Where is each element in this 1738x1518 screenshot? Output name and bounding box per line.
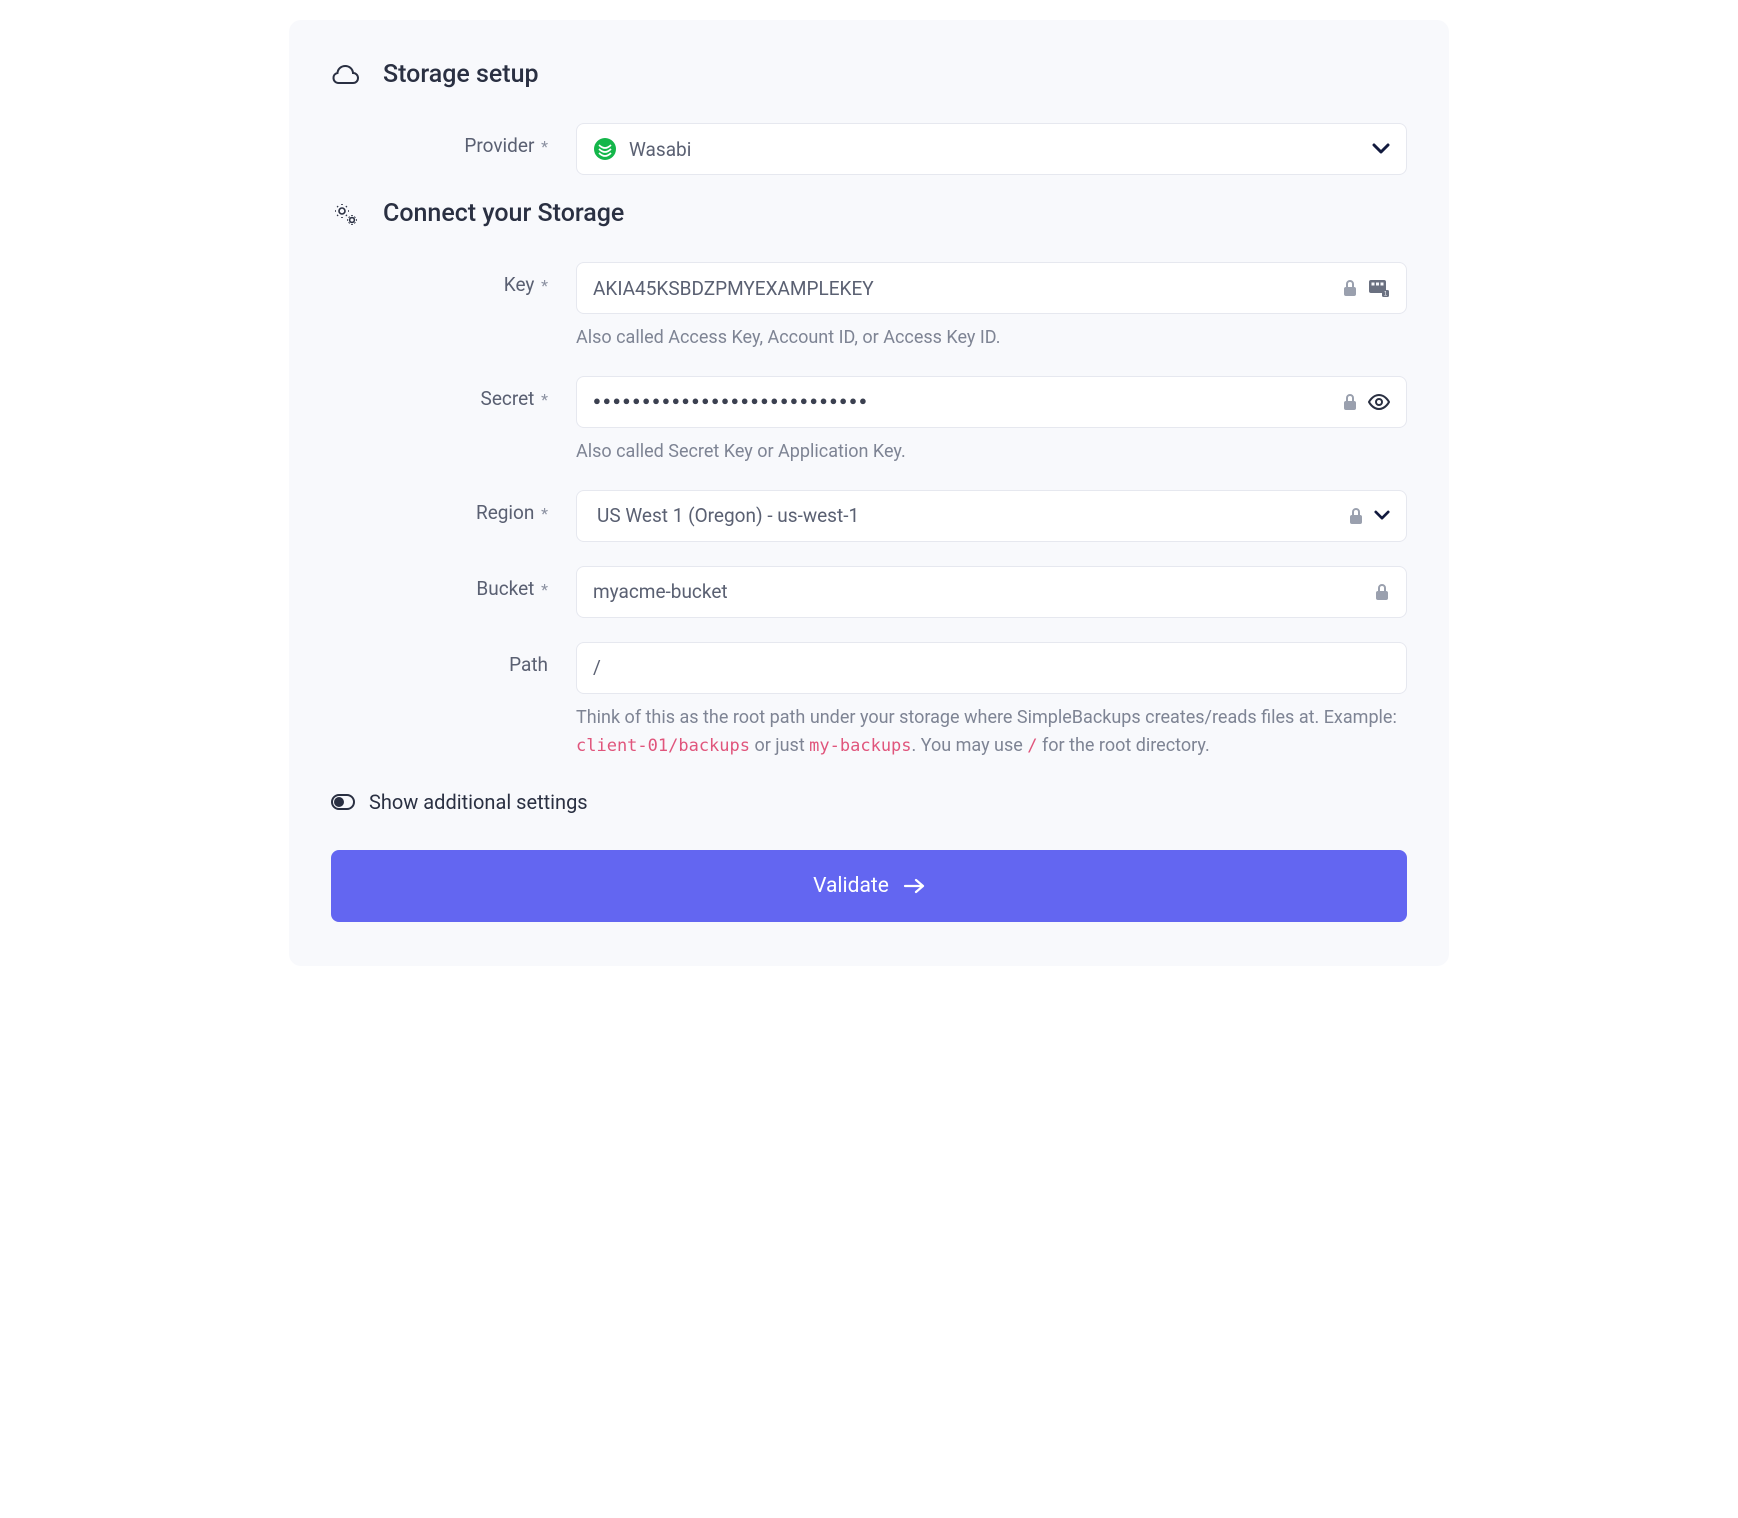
lock-icon	[1374, 583, 1390, 601]
path-input[interactable]	[593, 656, 1390, 679]
secret-row: Secret * ●●●●●●●●●●●●●●●●●●●●●●●●●●●● Al…	[331, 376, 1407, 466]
lock-icon	[1348, 507, 1364, 525]
path-input-wrap	[576, 642, 1407, 694]
region-label: Region *	[476, 501, 548, 524]
path-label: Path	[509, 653, 548, 676]
lock-icon	[1342, 393, 1358, 411]
key-input[interactable]	[593, 277, 1330, 300]
password-manager-icon[interactable]: 1	[1368, 278, 1390, 298]
bucket-input[interactable]	[593, 580, 1362, 603]
connect-storage-header: Connect your Storage	[331, 199, 1407, 228]
chevron-down-icon	[1372, 143, 1390, 155]
region-value: US West 1 (Oregon) - us-west-1	[597, 504, 1336, 527]
lock-icon	[1342, 279, 1358, 297]
wasabi-icon	[593, 137, 617, 161]
provider-select[interactable]: Wasabi	[576, 123, 1407, 175]
path-row: Path Think of this as the root path unde…	[331, 642, 1407, 760]
connect-storage-title: Connect your Storage	[383, 199, 624, 228]
key-input-wrap: 1	[576, 262, 1407, 314]
provider-label: Provider *	[464, 134, 548, 157]
storage-setup-header: Storage setup	[331, 60, 1407, 89]
secret-label: Secret *	[481, 387, 548, 410]
secret-input[interactable]: ●●●●●●●●●●●●●●●●●●●●●●●●●●●●	[593, 395, 1330, 408]
path-root-code: /	[1027, 736, 1037, 756]
cloud-icon	[331, 64, 361, 86]
region-select[interactable]: US West 1 (Oregon) - us-west-1	[576, 490, 1407, 542]
key-helper: Also called Access Key, Account ID, or A…	[576, 324, 1407, 352]
chevron-down-icon	[1374, 510, 1390, 521]
path-example-code: client-01/backups	[576, 736, 750, 756]
region-row: Region * US West 1 (Oregon) - us-west-1	[331, 490, 1407, 542]
secret-input-wrap: ●●●●●●●●●●●●●●●●●●●●●●●●●●●●	[576, 376, 1407, 428]
toggle-off-icon	[331, 794, 355, 810]
provider-value: Wasabi	[629, 138, 1360, 161]
path-helper: Think of this as the root path under you…	[576, 704, 1407, 760]
validate-button[interactable]: Validate	[331, 850, 1407, 922]
storage-setup-title: Storage setup	[383, 60, 539, 89]
key-label: Key *	[504, 273, 548, 296]
key-row: Key * 1 Also called Access Key, Account …	[331, 262, 1407, 352]
eye-icon[interactable]	[1368, 393, 1390, 411]
additional-settings-label: Show additional settings	[369, 790, 588, 814]
arrow-right-icon	[903, 878, 925, 894]
bucket-label: Bucket *	[476, 577, 548, 600]
additional-settings-toggle[interactable]: Show additional settings	[331, 790, 1407, 814]
path-example-code: my-backups	[809, 736, 911, 756]
provider-row: Provider * Wasabi	[331, 123, 1407, 175]
validate-label: Validate	[813, 874, 889, 898]
bucket-row: Bucket *	[331, 566, 1407, 618]
gears-icon	[331, 202, 361, 226]
secret-helper: Also called Secret Key or Application Ke…	[576, 438, 1407, 466]
bucket-input-wrap	[576, 566, 1407, 618]
storage-setup-panel: Storage setup Provider * Wasabi	[289, 20, 1449, 966]
